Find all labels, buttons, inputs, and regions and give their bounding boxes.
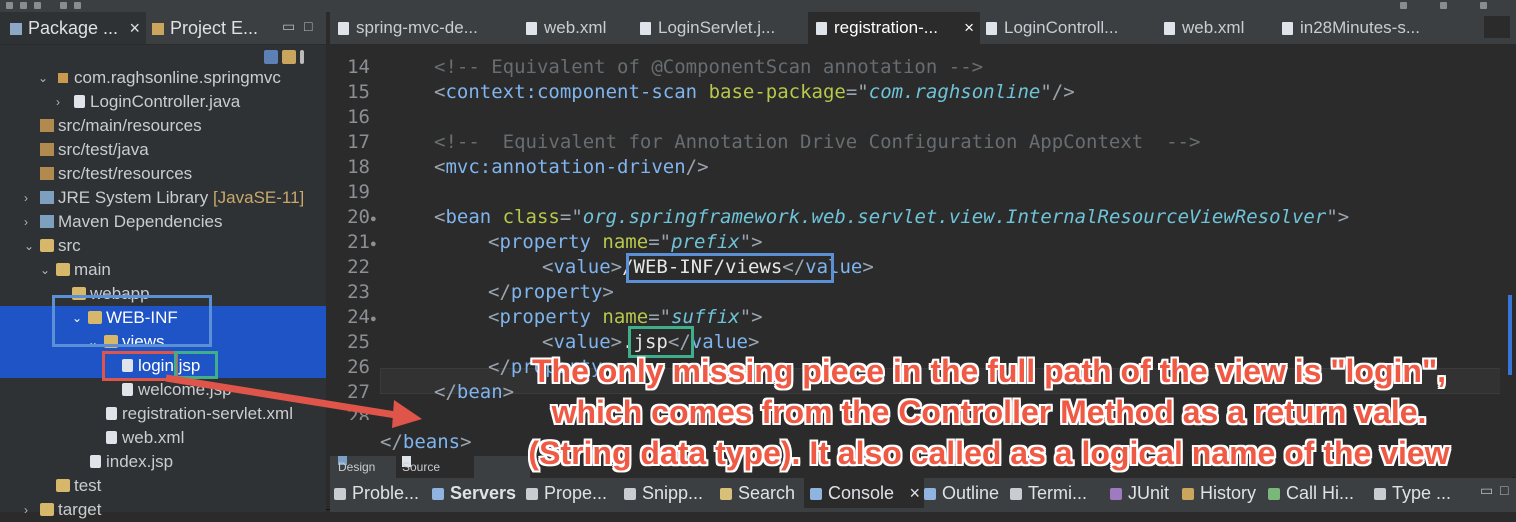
annotation-line: (String data type). It also called as a … — [528, 435, 1450, 471]
annotation-line: The only missing piece in the full path … — [532, 353, 1446, 389]
annotation-line: which comes from the Controller Method a… — [551, 394, 1427, 430]
